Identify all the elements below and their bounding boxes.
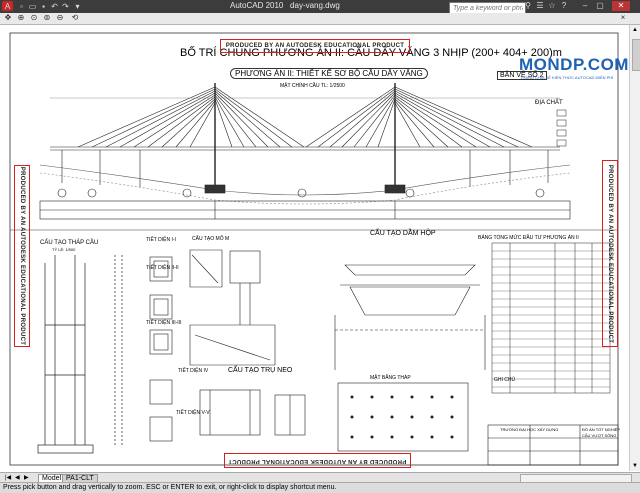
orbit-icon[interactable]: ⟲ xyxy=(70,13,80,23)
title-block-project: ĐỒ ÁN TỐT NGHIỆP xyxy=(582,427,621,432)
tower-detail xyxy=(37,255,123,454)
zoom-realtime-icon[interactable]: ⊕ xyxy=(16,13,26,23)
pier-section-title: CẤU TẠO TRỤ NEO xyxy=(228,367,293,374)
command-status-bar: Press pick button and drag vertically to… xyxy=(0,482,640,493)
redo-icon[interactable]: ↷ xyxy=(60,1,71,11)
close-button[interactable]: ✕ xyxy=(612,1,630,11)
maximize-button[interactable]: ▢ xyxy=(595,1,605,11)
zoom-previous-icon[interactable]: ⊖ xyxy=(55,13,65,23)
file-name: day-vang.dwg xyxy=(290,1,340,10)
tower-plan-title: MẶT BẰNG THÁP xyxy=(370,375,411,381)
favorites-star-icon[interactable]: ☆ xyxy=(547,1,557,11)
quantity-table xyxy=(491,242,611,394)
notes-title: GHI CHÚ xyxy=(494,377,516,383)
watermark-left-text: PRODUCED BY AN AUTODESK EDUCATIONAL PROD… xyxy=(19,166,26,346)
box-girder-title: CẤU TẠO DẦM HỘP xyxy=(370,230,436,237)
site-logo: MONDP.COM xyxy=(519,55,629,74)
status-message: Press pick button and drag vertically to… xyxy=(3,484,337,491)
drawing-canvas[interactable]: BỐ TRÍ CHUNG PHƯƠNG ÁN II: CẦU DÂY VĂNG … xyxy=(0,25,629,471)
box-girder-detail xyxy=(334,264,486,370)
watermark-top: PRODUCED BY AN AUTODESK EDUCATIONAL PROD… xyxy=(220,39,410,53)
cross-section-3-title: TIẾT DIỆN III-III xyxy=(146,320,182,326)
watermark-right: PRODUCED BY AN AUTODESK EDUCATIONAL PROD… xyxy=(602,160,618,347)
tower-scale-label: TỶ LỆ: 1/500 xyxy=(52,247,76,252)
scroll-up-icon[interactable]: ▲ xyxy=(632,27,638,33)
pan-icon[interactable]: ✥ xyxy=(3,13,13,23)
geology-legend xyxy=(556,109,567,147)
toolbar-close-icon[interactable]: × xyxy=(618,13,628,23)
geology-label: ĐỊA CHẤT xyxy=(535,100,563,106)
watermark-bottom: PRODUCED BY AN AUTODESK EDUCATIONAL PROD… xyxy=(224,453,411,468)
drawing-subtitle: PHƯƠNG ÁN II: THIẾT KẾ SƠ BỘ CẦU DÂY VĂN… xyxy=(230,68,428,79)
open-file-icon[interactable]: ▭ xyxy=(27,1,38,11)
drawing-svg xyxy=(9,32,619,466)
scroll-down-icon[interactable]: ▼ xyxy=(632,463,638,469)
bridge-elevation xyxy=(39,83,571,205)
cross-section-2-title: TIẾT DIỆN II-II xyxy=(146,265,179,271)
watermark-right-text: PRODUCED BY AN AUTODESK EDUCATIONAL PROD… xyxy=(607,164,614,343)
help-icon[interactable]: ? xyxy=(559,1,569,11)
pier-detail xyxy=(199,389,306,436)
app-name: AutoCAD 2010 xyxy=(230,1,284,10)
cross-section-4-title: TIẾT DIỆN IV xyxy=(178,368,209,374)
elevation-label: MẶT CHÍNH CẦU TL: 1/2500 xyxy=(280,83,345,89)
tower-section-title: CẤU TẠO THÁP CẦU xyxy=(40,240,99,246)
application-menu-button[interactable]: A xyxy=(2,1,13,11)
save-icon[interactable]: ▪ xyxy=(38,1,49,11)
zoom-window-icon[interactable]: ⊙ xyxy=(29,13,39,23)
new-file-icon[interactable]: ▫ xyxy=(16,1,27,11)
navigation-toolbar: ✥ ⊕ ⊙ ⊚ ⊖ ⟲ × xyxy=(0,13,640,25)
watermark-top-text: PRODUCED BY AN AUTODESK EDUCATIONAL PROD… xyxy=(225,43,405,49)
tab-next-icon[interactable]: ▶ xyxy=(21,474,32,482)
quantity-table-title: BẢNG TỔNG MỨC ĐẦU TƯ PHƯƠNG ÁN II xyxy=(478,235,579,241)
window-title: AutoCAD 2010 day-vang.dwg xyxy=(230,1,340,10)
watermark-bottom-text: PRODUCED BY AN AUTODESK EDUCATIONAL PROD… xyxy=(228,457,407,464)
tower-plan xyxy=(337,382,469,452)
minimize-button[interactable]: – xyxy=(580,1,590,11)
quick-access-dropdown-icon[interactable]: ▾ xyxy=(72,1,83,11)
title-block-university: TRƯỜNG ĐẠI HỌC XÂY DỰNG xyxy=(500,427,559,432)
cross-section-5-title: TIẾT DIỆN V-V xyxy=(176,410,210,416)
anchor-detail xyxy=(189,249,276,366)
title-bar: A ▫ ▭ ▪ ↶ ↷ ▾ AutoCAD 2010 day-vang.dwg … xyxy=(0,0,640,15)
title-block-bridge: CẦU VƯỢT SÔNG xyxy=(582,433,617,438)
vertical-scrollbar[interactable]: ▲ ▼ xyxy=(629,25,640,471)
bridge-plan xyxy=(39,200,571,220)
quantity-table-rows xyxy=(492,250,610,388)
scrollbar-thumb[interactable] xyxy=(632,39,640,71)
anchor-section-title: CẤU TẠO MỐ M xyxy=(192,236,230,242)
undo-icon[interactable]: ↶ xyxy=(49,1,60,11)
communication-center-icon[interactable]: ☰ xyxy=(535,1,545,11)
zoom-extents-icon[interactable]: ⊚ xyxy=(42,13,52,23)
watermark-left: PRODUCED BY AN AUTODESK EDUCATIONAL PROD… xyxy=(14,165,30,347)
search-icon[interactable]: ⚲ xyxy=(523,1,533,11)
site-logo-tagline: TRANG CHIA SẺ KIẾN THỨC AUTOCAD MIỄN PHÍ xyxy=(520,75,614,80)
cross-section-1-title: TIẾT DIỆN I-I xyxy=(146,237,176,243)
